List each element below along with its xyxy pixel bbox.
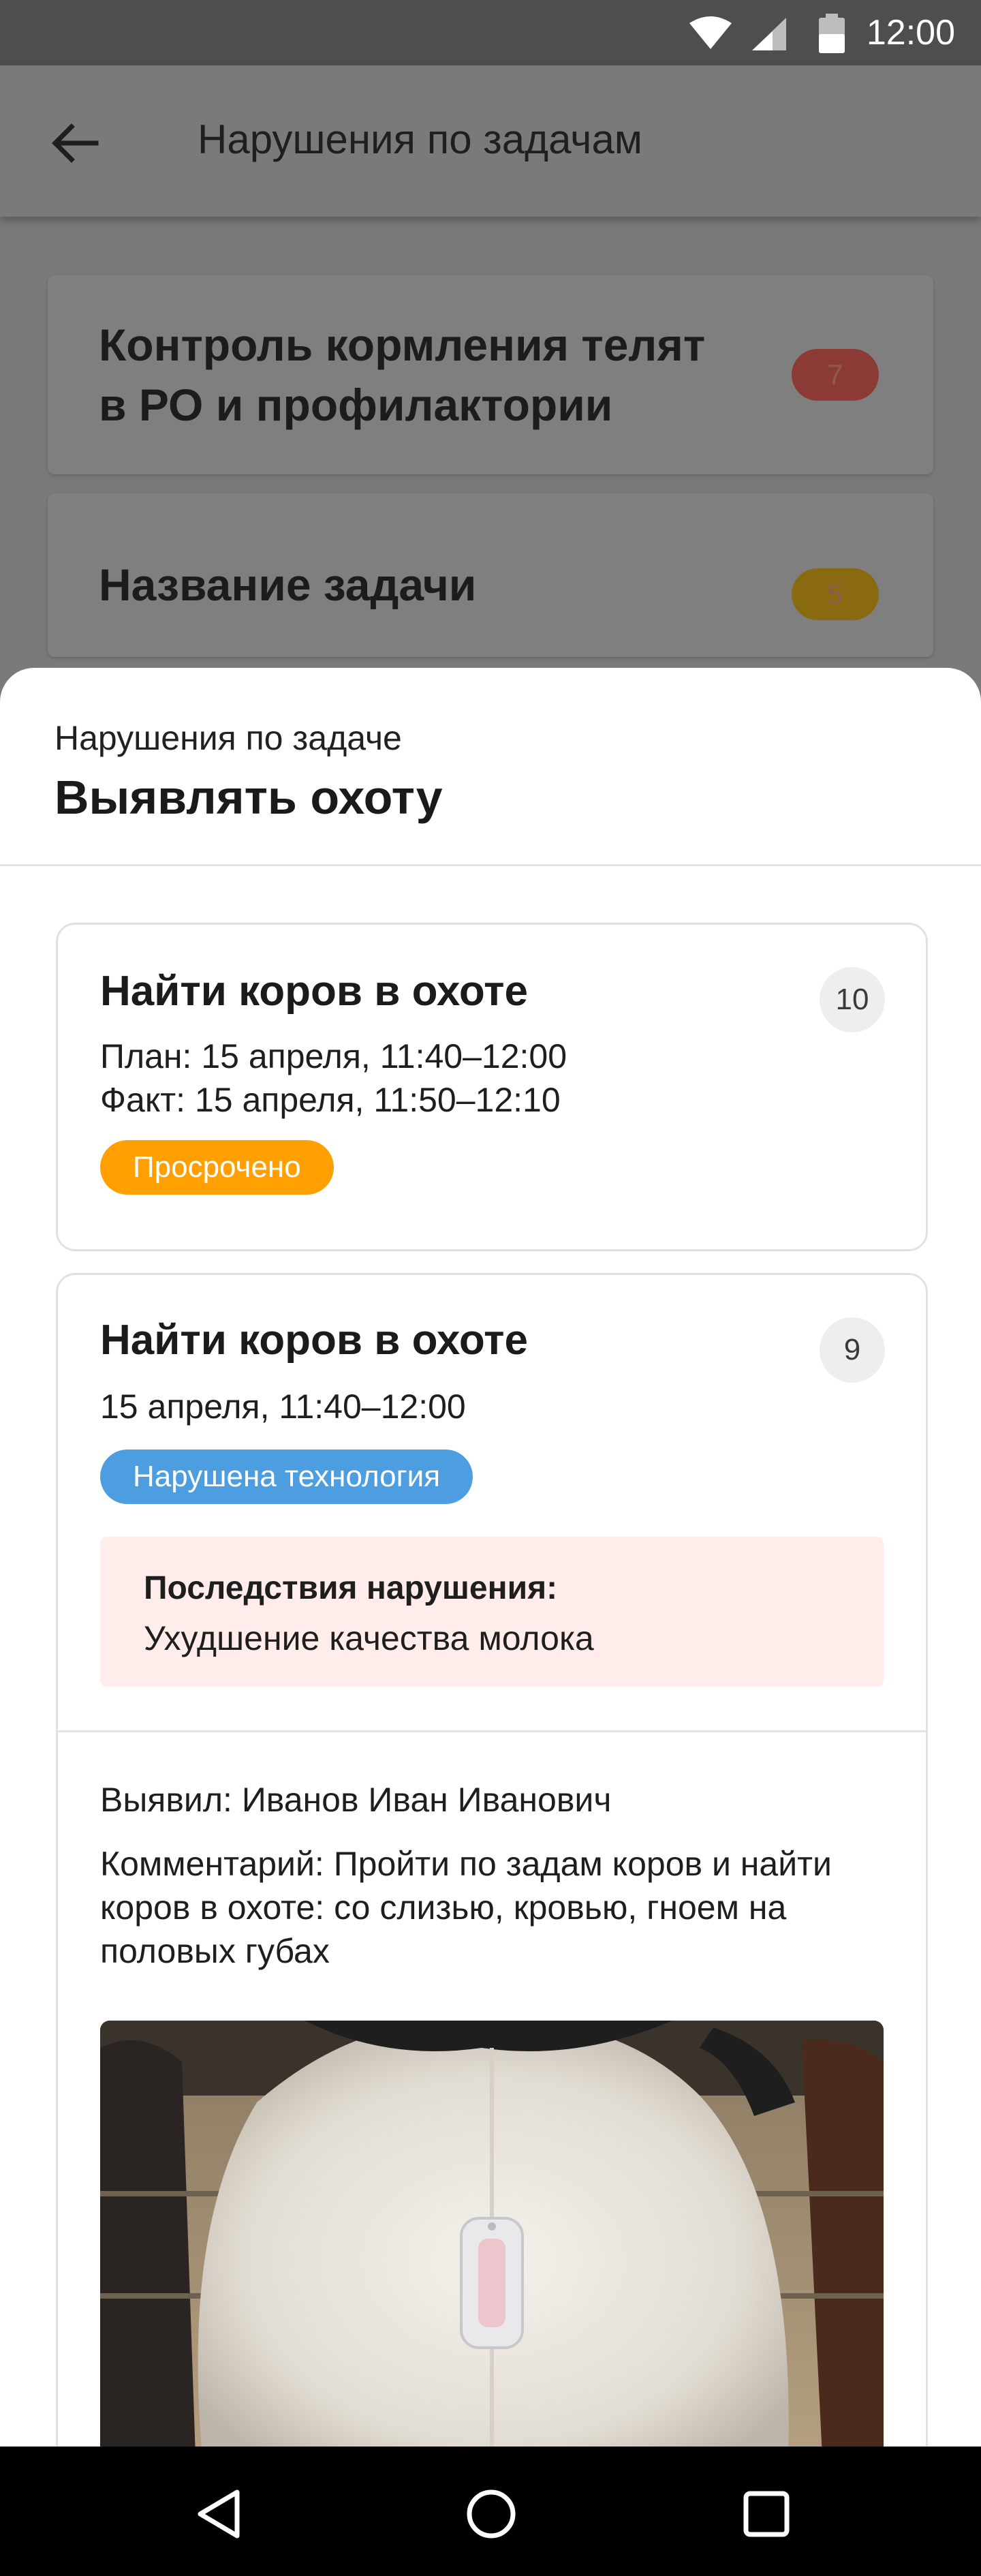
task-card[interactable]: Название задачи 5 (48, 493, 933, 657)
task-title-line1: Контроль кормления телят (99, 320, 706, 370)
battery-icon (819, 14, 845, 53)
status-time: 12:00 (866, 13, 955, 52)
task-title: Название задачи (99, 559, 477, 610)
violation-count-badge: 5 (792, 568, 879, 620)
back-button[interactable] (34, 102, 116, 184)
violation-count-badge: 9 (820, 1317, 885, 1383)
cow-photo-image (100, 2021, 884, 2447)
system-nav-bar (0, 2447, 981, 2576)
consequence-box: Последствия нарушения: Ухудшение качеств… (100, 1537, 884, 1687)
nav-recents-icon (743, 2491, 790, 2537)
nav-recents-button[interactable] (729, 2477, 804, 2551)
violation-card[interactable]: Найти коров в охоте 9 15 апреля, 11:40–1… (56, 1273, 928, 2447)
violation-count-badge: 7 (792, 349, 879, 401)
nav-home-button[interactable] (454, 2477, 529, 2551)
status-bar: 12:00 (0, 0, 981, 65)
sheet-subtitle: Нарушения по задаче (54, 719, 402, 757)
consequence-text: Ухудшение качества молока (144, 1619, 594, 1657)
violation-time: 15 апреля, 11:40–12:00 (100, 1387, 466, 1426)
task-title-line2: в РО и профилактории (99, 380, 613, 430)
divider (0, 864, 981, 866)
comment-text: Комментарий: Пройти по задам коров и най… (100, 1845, 832, 1970)
plan-time: План: 15 апреля, 11:40–12:00 (100, 1037, 567, 1075)
divider (58, 1730, 926, 1732)
page-title: Нарушения по задачам (198, 117, 643, 162)
bottom-sheet: Нарушения по задаче Выявлять охоту Найти… (0, 668, 981, 2447)
wifi-icon (689, 16, 732, 49)
violation-title: Найти коров в охоте (100, 968, 529, 1015)
violation-card[interactable]: Найти коров в охоте 10 План: 15 апреля, … (56, 923, 928, 1251)
nav-back-button[interactable] (181, 2477, 256, 2551)
consequence-title: Последствия нарушения: (144, 1570, 558, 1606)
status-badge: Просрочено (100, 1140, 334, 1195)
arrow-back-icon (52, 123, 99, 163)
sheet-title: Выявлять охоту (54, 771, 443, 824)
violation-title: Найти коров в охоте (100, 1317, 529, 1364)
task-card[interactable]: Контроль кормления телят в РО и профилак… (48, 275, 933, 474)
app-bar: Нарушения по задачам (0, 65, 981, 217)
violation-count-badge: 10 (820, 967, 885, 1032)
violation-photo[interactable] (100, 2021, 884, 2447)
detected-by: Выявил: Иванов Иван Иванович (100, 1781, 612, 1819)
nav-home-icon (467, 2489, 516, 2539)
signal-icon (752, 18, 786, 50)
status-badge: Нарушена технология (100, 1450, 473, 1504)
nav-back-icon (198, 2489, 240, 2539)
fact-time: Факт: 15 апреля, 11:50–12:10 (100, 1081, 561, 1119)
